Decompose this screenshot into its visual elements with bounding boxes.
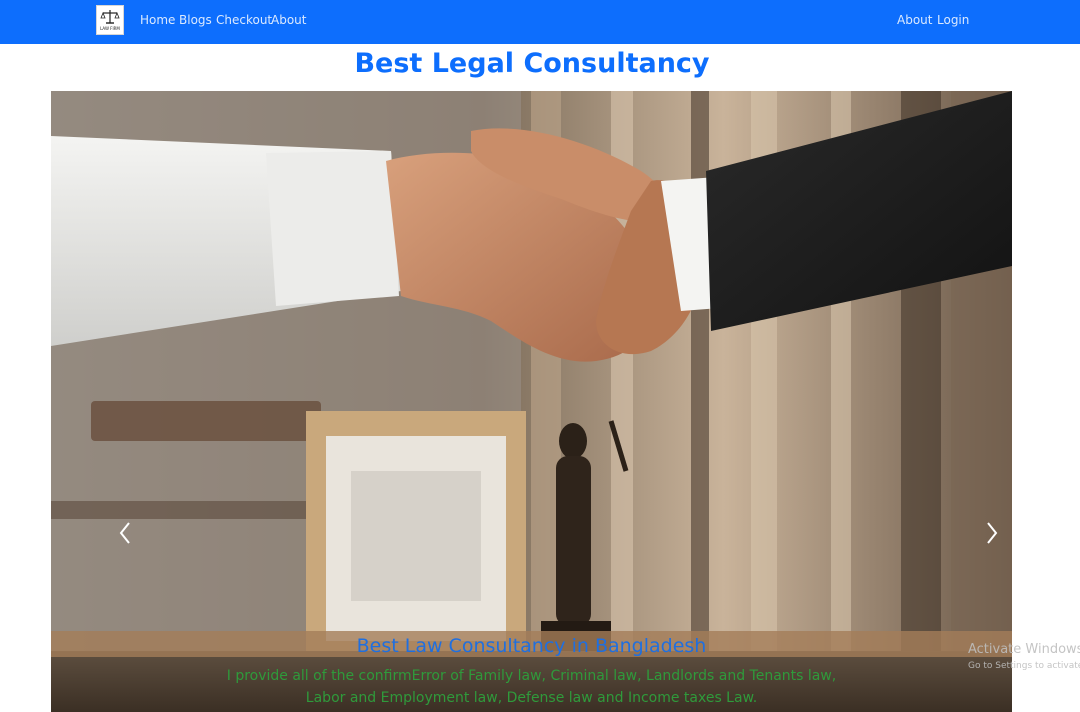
law-firm-logo[interactable]: LAW FIRM bbox=[96, 5, 124, 35]
carousel-prev-button[interactable] bbox=[114, 519, 138, 547]
page-title: Best Legal Consultancy bbox=[354, 48, 710, 79]
nav-checkout-link[interactable]: Checkout bbox=[216, 13, 272, 28]
carousel-next-button[interactable] bbox=[979, 519, 1003, 547]
handshake-photo bbox=[51, 91, 1012, 712]
navbar: LAW FIRM Home Blogs Checkout About About… bbox=[0, 0, 1080, 44]
chevron-left-icon bbox=[119, 522, 130, 544]
nav-about-link[interactable]: About bbox=[271, 13, 306, 28]
carousel-caption-text: I provide all of the confirmError of Fam… bbox=[226, 668, 837, 706]
nav-home-link[interactable]: Home bbox=[140, 13, 175, 28]
nav-about-right-link[interactable]: About bbox=[897, 13, 932, 28]
nav-blogs-link[interactable]: Blogs bbox=[179, 13, 212, 28]
chevron-right-icon bbox=[987, 522, 998, 544]
nav-login-link[interactable]: Login bbox=[937, 13, 969, 28]
windows-activation-title: Activate Windows bbox=[968, 642, 1080, 657]
carousel-caption-title: Best Law Consultancy in Bangladesh bbox=[356, 635, 707, 657]
hero-carousel bbox=[51, 91, 1012, 712]
logo-text: LAW FIRM bbox=[100, 26, 120, 31]
windows-activation-subtitle: Go to Settings to activate bbox=[968, 661, 1080, 671]
